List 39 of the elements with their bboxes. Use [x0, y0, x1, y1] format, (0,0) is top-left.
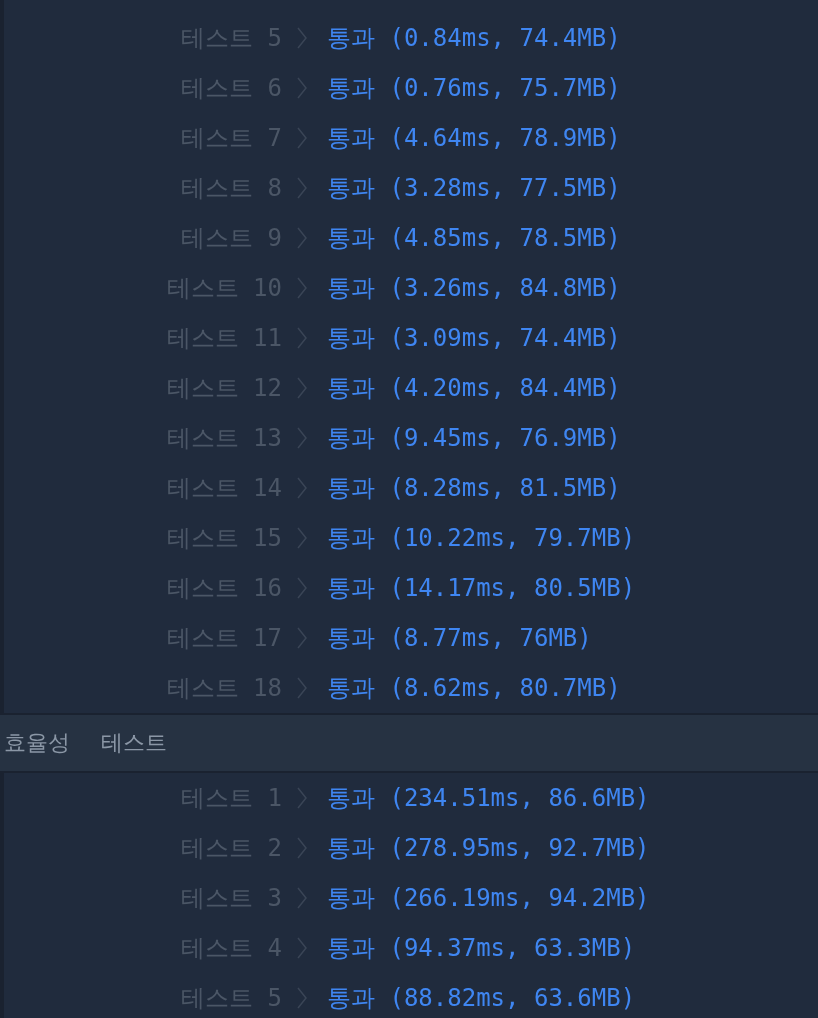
chevron-right-icon: [297, 477, 307, 499]
test-result: 통과 (4.85ms, 78.5MB): [327, 223, 622, 254]
test-result: 통과 (3.26ms, 84.8MB): [327, 273, 622, 304]
test-result: 통과 (8.77ms, 76MB): [327, 623, 593, 654]
test-result: 통과 (3.28ms, 77.5MB): [327, 173, 622, 204]
test-result: 통과 (8.62ms, 80.7MB): [327, 673, 622, 704]
chevron-right-icon: [297, 377, 307, 399]
chevron-right-icon: [297, 177, 307, 199]
chevron-right-icon: [297, 127, 307, 149]
chevron-right-icon: [297, 227, 307, 249]
test-result: 통과 (3.09ms, 74.4MB): [327, 323, 622, 354]
chevron-right-icon: [297, 787, 307, 809]
chevron-right-icon: [297, 277, 307, 299]
test-result: 통과 (266.19ms, 94.2MB): [327, 883, 651, 914]
test-result: 통과 (4.20ms, 84.4MB): [327, 373, 622, 404]
test-result: 통과 (4.64ms, 78.9MB): [327, 123, 622, 154]
test-result: 통과 (14.17ms, 80.5MB): [327, 573, 637, 604]
test-result: 통과 (278.95ms, 92.7MB): [327, 833, 651, 864]
chevron-right-icon: [297, 427, 307, 449]
chevron-right-icon: [297, 677, 307, 699]
section-heading: 효율성 테스트: [3, 729, 168, 757]
test-result: 통과 (234.51ms, 86.6MB): [327, 783, 651, 814]
chevron-right-icon: [297, 627, 307, 649]
test-result: 통과 (0.76ms, 75.7MB): [327, 73, 622, 104]
chevron-right-icon: [297, 27, 307, 49]
chevron-right-icon: [297, 577, 307, 599]
chevron-right-icon: [297, 837, 307, 859]
chevron-right-icon: [297, 887, 307, 909]
chevron-right-icon: [297, 987, 307, 1009]
test-result: 통과 (10.22ms, 79.7MB): [327, 523, 637, 554]
chevron-right-icon: [297, 937, 307, 959]
test-result: 통과 (8.28ms, 81.5MB): [327, 473, 622, 504]
test-result: 통과 (94.37ms, 63.3MB): [327, 933, 637, 964]
test-result: 통과 (9.45ms, 76.9MB): [327, 423, 622, 454]
chevron-right-icon: [297, 527, 307, 549]
test-result: 통과 (0.84ms, 74.4MB): [327, 23, 622, 54]
chevron-right-icon: [297, 327, 307, 349]
test-result: 통과 (88.82ms, 63.6MB): [327, 983, 637, 1014]
chevron-right-icon: [297, 77, 307, 99]
